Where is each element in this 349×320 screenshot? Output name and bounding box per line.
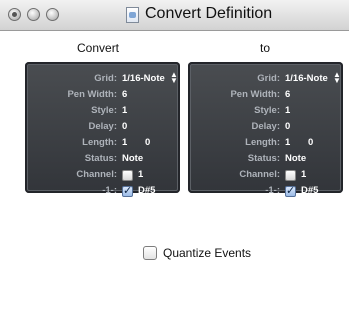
grid-label: Grid: xyxy=(94,73,117,84)
channel-row[interactable]: Channel: 1 xyxy=(25,168,180,184)
length-row[interactable]: Length: 1 0 xyxy=(25,136,180,152)
grid-row[interactable]: Grid: 1/16-Note ▲ ▼ xyxy=(188,71,343,88)
convert-definition-window: Convert Definition Convert to Grid: 1/16… xyxy=(0,0,349,320)
length-label: Length: xyxy=(82,137,117,148)
delay-label: Delay: xyxy=(251,121,280,132)
status-row[interactable]: Status: Note xyxy=(188,152,343,168)
delay-row[interactable]: Delay: 0 xyxy=(25,120,180,136)
document-icon xyxy=(126,7,139,23)
title-bar[interactable]: Convert Definition xyxy=(0,0,349,31)
window-title: Convert Definition xyxy=(145,5,273,22)
note-row[interactable]: -1-: D#5 xyxy=(188,184,343,200)
length-value-ticks[interactable]: 0 xyxy=(145,137,150,148)
status-row[interactable]: Status: Note xyxy=(25,152,180,168)
pen-width-value[interactable]: 6 xyxy=(122,89,127,100)
pen-width-row[interactable]: Pen Width: 6 xyxy=(188,88,343,104)
convert-panel: Grid: 1/16-Note ▲ ▼ Pen Width: 6 Style: 1… xyxy=(25,62,180,197)
quantize-events-checkbox[interactable] xyxy=(143,246,157,260)
to-panel: Grid: 1/16-Note ▲ ▼ Pen Width: 6 Style: 1… xyxy=(188,62,343,197)
grid-row[interactable]: Grid: 1/16-Note ▲ ▼ xyxy=(25,71,180,88)
delay-label: Delay: xyxy=(88,121,117,132)
note-row[interactable]: -1-: D#5 xyxy=(25,184,180,200)
channel-checkbox[interactable] xyxy=(122,170,133,181)
to-column-label: to xyxy=(260,41,271,55)
stepper-arrows-icon[interactable]: ▲ ▼ xyxy=(333,71,341,85)
note-row-label: -1-: xyxy=(265,185,280,196)
style-value[interactable]: 1 xyxy=(122,105,127,116)
style-value[interactable]: 1 xyxy=(285,105,290,116)
pen-width-label: Pen Width: xyxy=(230,89,280,100)
length-row[interactable]: Length: 1 0 xyxy=(188,136,343,152)
pen-width-label: Pen Width: xyxy=(67,89,117,100)
channel-label: Channel: xyxy=(239,169,280,180)
status-value[interactable]: Note xyxy=(122,153,143,164)
pen-width-row[interactable]: Pen Width: 6 xyxy=(25,88,180,104)
channel-label: Channel: xyxy=(76,169,117,180)
length-label: Length: xyxy=(245,137,280,148)
status-label: Status: xyxy=(84,153,117,164)
delay-row[interactable]: Delay: 0 xyxy=(188,120,343,136)
grid-label: Grid: xyxy=(257,73,280,84)
pen-width-value[interactable]: 6 xyxy=(285,89,290,100)
channel-checkbox[interactable] xyxy=(285,170,296,181)
status-label: Status: xyxy=(247,153,280,164)
quantize-events-label[interactable]: Quantize Events xyxy=(163,246,251,260)
note-checkbox[interactable] xyxy=(122,184,133,197)
length-value-bars[interactable]: 1 xyxy=(122,137,127,148)
delay-value[interactable]: 0 xyxy=(285,121,290,132)
grid-value[interactable]: 1/16-Note xyxy=(285,73,328,84)
style-row[interactable]: Style: 1 xyxy=(188,104,343,120)
status-value[interactable]: Note xyxy=(285,153,306,164)
channel-value[interactable]: 1 xyxy=(138,169,143,180)
note-value[interactable]: D#5 xyxy=(138,185,155,196)
length-value-bars[interactable]: 1 xyxy=(285,137,290,148)
note-value[interactable]: D#5 xyxy=(301,185,318,196)
stepper-arrows-icon[interactable]: ▲ ▼ xyxy=(170,71,178,85)
note-checkbox[interactable] xyxy=(285,184,296,197)
grid-value[interactable]: 1/16-Note xyxy=(122,73,165,84)
channel-row[interactable]: Channel: 1 xyxy=(188,168,343,184)
style-row[interactable]: Style: 1 xyxy=(25,104,180,120)
style-label: Style: xyxy=(254,105,280,116)
zoom-button[interactable] xyxy=(46,8,59,21)
delay-value[interactable]: 0 xyxy=(122,121,127,132)
note-row-label: -1-: xyxy=(102,185,117,196)
minimize-button[interactable] xyxy=(27,8,40,21)
length-value-ticks[interactable]: 0 xyxy=(308,137,313,148)
style-label: Style: xyxy=(91,105,117,116)
channel-value[interactable]: 1 xyxy=(301,169,306,180)
close-button[interactable] xyxy=(8,8,21,21)
convert-column-label: Convert xyxy=(77,41,120,55)
